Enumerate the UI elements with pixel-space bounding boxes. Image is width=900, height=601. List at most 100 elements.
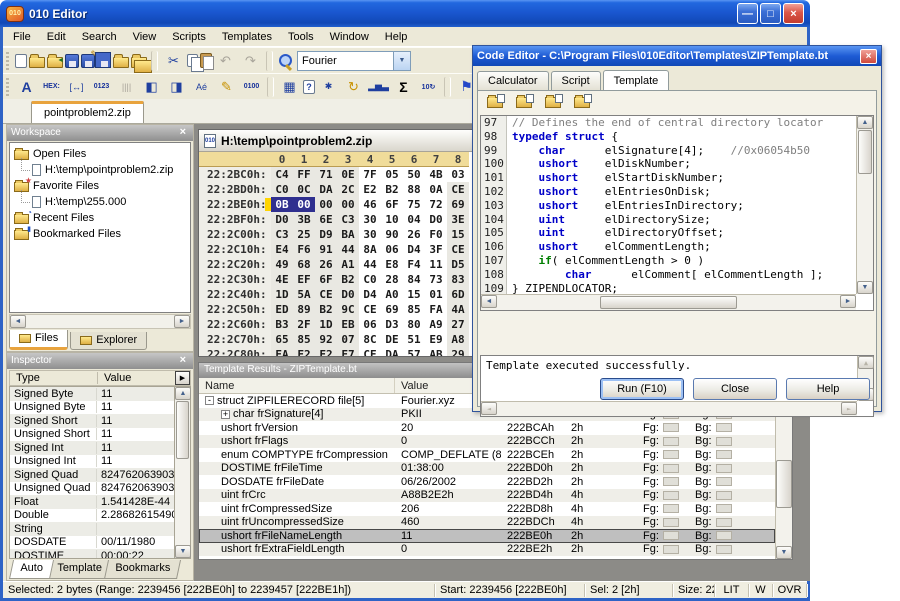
hex-cell[interactable]: C3 xyxy=(337,212,359,227)
inspector-row[interactable]: Signed Int 11 xyxy=(10,441,174,455)
template-result-row[interactable]: ushort frVersion 20 222BCAh 2h Fg: Bg: xyxy=(199,421,775,435)
expander-icon[interactable]: + xyxy=(221,410,230,419)
toolbar-separator[interactable] xyxy=(266,51,273,71)
menu-item[interactable]: Edit xyxy=(39,28,74,46)
hex-cell[interactable]: EB xyxy=(337,317,359,332)
inspector-row[interactable]: Unsigned Short 11 xyxy=(10,428,174,442)
binary-view-icon[interactable]: 0100 xyxy=(240,76,263,98)
hex-cell[interactable]: 92 xyxy=(315,332,337,347)
dialog-button[interactable]: Close xyxy=(693,378,777,400)
fg-color-swatch[interactable] xyxy=(663,518,679,527)
code-line[interactable]: 105 uint elDirectoryOffset; xyxy=(481,226,856,240)
workspace-tab[interactable]: Explorer xyxy=(70,332,147,350)
template-result-row[interactable]: uint frCrc A88B2E2h 222BD4h 4h Fg: Bg: xyxy=(199,489,775,503)
hex-cell[interactable]: 22:2C60h: xyxy=(199,317,271,332)
hex-cell[interactable]: 85 xyxy=(293,332,315,347)
workspace-hscrollbar[interactable]: ◄ ► xyxy=(9,314,191,329)
hex-cell[interactable]: AB xyxy=(425,347,447,357)
hex-cell[interactable]: 3E xyxy=(447,212,469,227)
hex-cell[interactable]: 22:2C20h: xyxy=(199,257,271,272)
hex-cell[interactable]: D9 xyxy=(315,227,337,242)
hex-cell[interactable]: 1D xyxy=(271,287,293,302)
hex-cell[interactable]: 50 xyxy=(403,167,425,182)
inspector-row[interactable]: Signed Short 11 xyxy=(10,414,174,428)
hex-cell[interactable]: 0B xyxy=(271,197,293,212)
hex-cell[interactable]: D0 xyxy=(425,212,447,227)
inspector-row[interactable]: Double 2.286826154900 xyxy=(10,509,174,523)
toolbar-grip[interactable] xyxy=(6,78,11,96)
save-icon[interactable] xyxy=(65,54,79,68)
hex-cell[interactable]: E8 xyxy=(381,257,403,272)
hex-cell[interactable]: 46 xyxy=(359,197,381,212)
inspector-value[interactable]: 82476206390373 xyxy=(97,469,174,481)
hex-cell[interactable]: 4A xyxy=(447,302,469,317)
code-line[interactable]: 99 char elSignature[4]; //0x06054b50 xyxy=(481,144,856,158)
code-line[interactable]: 108 char elComment[ elCommentLength ]; xyxy=(481,268,856,282)
hex-cell[interactable]: D4 xyxy=(359,287,381,302)
scroll-left-icon[interactable]: ◄ xyxy=(481,295,497,308)
hex-cell[interactable]: 69 xyxy=(447,197,469,212)
hex-cell[interactable]: E9 xyxy=(425,332,447,347)
hex-cell[interactable]: 3B xyxy=(293,212,315,227)
hex-cell[interactable]: 0C xyxy=(293,182,315,197)
hex-cell[interactable]: 06 xyxy=(359,317,381,332)
fg-color-swatch[interactable] xyxy=(663,423,679,432)
hex-cell[interactable]: B2 xyxy=(315,302,337,317)
edit-as-left-icon[interactable]: ◧ xyxy=(140,76,163,98)
font-icon[interactable]: A xyxy=(15,76,38,98)
hex-cell[interactable]: 0A xyxy=(425,182,447,197)
hex-cell[interactable]: 22:2C70h: xyxy=(199,332,271,347)
hex-cell[interactable]: B3 xyxy=(271,317,293,332)
hex-cell[interactable]: 9C xyxy=(337,302,359,317)
inspector-row[interactable]: Unsigned Byte 11 xyxy=(10,401,174,415)
close-icon[interactable]: × xyxy=(177,355,189,367)
hex-cell[interactable]: 44 xyxy=(337,242,359,257)
inspector-value[interactable]: 11 xyxy=(97,455,174,467)
inspector-value[interactable]: 00:00:22 xyxy=(97,550,174,559)
hex-cell[interactable]: 22:2C50h: xyxy=(199,302,271,317)
code-editor-tab[interactable]: Template xyxy=(603,70,670,91)
template-result-row[interactable]: uint frCompressedSize 206 222BD8h 4h Fg:… xyxy=(199,502,775,516)
hex-cell[interactable]: 25 xyxy=(293,227,315,242)
group-bytes-icon[interactable]: |||| xyxy=(115,76,138,98)
inspector-value[interactable]: 82476206390373 xyxy=(97,482,174,494)
hex-cell[interactable]: 30 xyxy=(359,212,381,227)
close-icon[interactable]: × xyxy=(177,127,189,139)
hex-cell[interactable]: 91 xyxy=(315,242,337,257)
menu-item[interactable]: Search xyxy=(74,28,125,46)
hex-cell[interactable]: 26 xyxy=(315,257,337,272)
hex-cell[interactable]: 2C xyxy=(337,182,359,197)
hex-cell[interactable]: C3 xyxy=(271,227,293,242)
hex-cell[interactable]: 15 xyxy=(447,227,469,242)
highlight-icon[interactable]: ✎ xyxy=(215,76,238,98)
scroll-left-icon[interactable]: ◄ xyxy=(10,315,26,328)
checksum-icon[interactable]: Σ xyxy=(392,76,415,98)
hex-cell[interactable]: C0 xyxy=(271,182,293,197)
hex-cell[interactable] xyxy=(199,152,271,167)
fg-color-swatch[interactable] xyxy=(663,545,679,554)
hex-cell[interactable]: 83 xyxy=(447,272,469,287)
inspector-header[interactable]: Inspector × xyxy=(7,353,193,369)
inspector-vscrollbar[interactable]: ▲ ▼ xyxy=(174,386,191,559)
fg-color-swatch[interactable] xyxy=(663,450,679,459)
fg-color-swatch[interactable] xyxy=(663,531,679,540)
fg-color-swatch[interactable] xyxy=(663,464,679,473)
hex-cell[interactable]: 3 xyxy=(337,152,359,167)
hex-cell[interactable]: C0 xyxy=(359,272,381,287)
menu-item[interactable]: Scripts xyxy=(164,28,214,46)
open-import-icon[interactable] xyxy=(47,57,63,68)
bg-color-swatch[interactable] xyxy=(716,437,732,446)
new-file-icon[interactable] xyxy=(15,54,27,68)
edit-as-right-icon[interactable]: ◨ xyxy=(165,76,188,98)
dialog-button[interactable]: Run (F10) xyxy=(600,378,684,400)
hex-cell[interactable]: A1 xyxy=(337,257,359,272)
hex-cell[interactable]: 65 xyxy=(271,332,293,347)
hex-cell[interactable]: 5A xyxy=(293,287,315,302)
template-result-row[interactable]: DOSTIME frFileTime 01:38:00 222BD0h 2h F… xyxy=(199,462,775,476)
inspector-row[interactable]: Float 1.541428E-44 xyxy=(10,495,174,509)
inspector-value[interactable]: 11 xyxy=(97,401,174,413)
hex-cell[interactable]: 72 xyxy=(425,197,447,212)
hex-dec-address-icon[interactable]: HEX: xyxy=(40,76,63,98)
inspector-row[interactable]: String xyxy=(10,522,174,536)
toolbar-grip[interactable] xyxy=(6,52,11,70)
